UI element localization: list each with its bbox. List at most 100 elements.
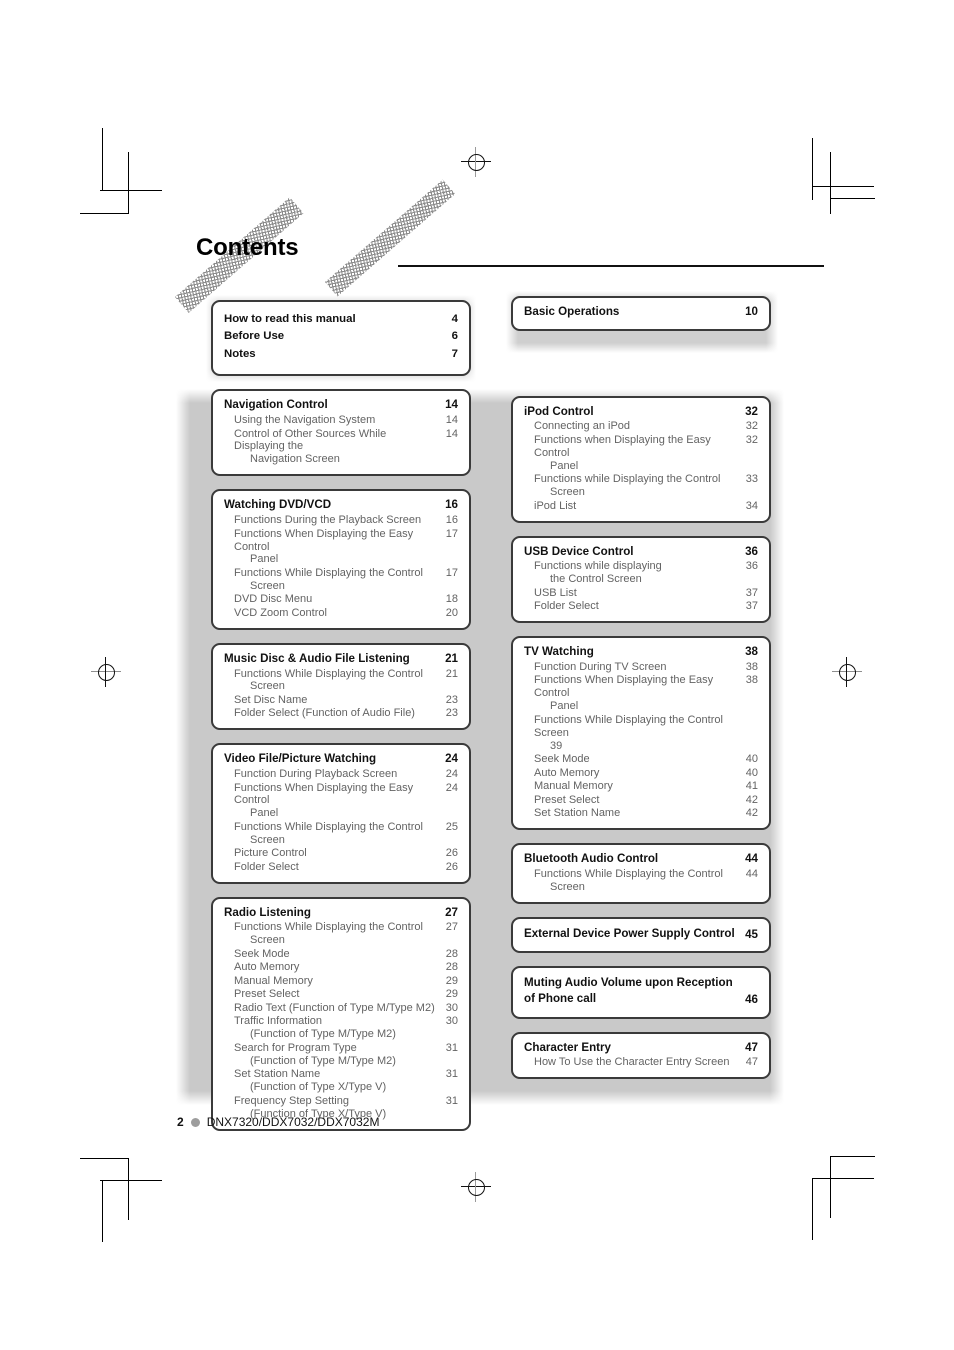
toc-entry-row[interactable]: Functions when Displaying the Easy Contr… bbox=[524, 434, 758, 473]
toc-entry-row[interactable]: DVD Disc Menu 18 bbox=[224, 593, 458, 606]
toc-box-chapter[interactable]: Character Entry 47 How To Use the Characte… bbox=[511, 1031, 771, 1080]
toc-entry-row[interactable]: Functions When Displaying the Easy Contr… bbox=[224, 782, 458, 821]
toc-entry-row[interactable]: Control of Other Sources While Displayin… bbox=[224, 428, 458, 467]
toc-chapter-row[interactable]: USB Device Control 36 bbox=[524, 545, 758, 559]
toc-entry-row[interactable]: How to read this manual 4 bbox=[224, 313, 458, 326]
toc-box-chapter[interactable]: Watching DVD/VCD 16 Functions During the P… bbox=[211, 489, 471, 630]
toc-chapter-row[interactable]: Video File/Picture Watching 24 bbox=[224, 752, 458, 766]
toc-entry-row[interactable]: Traffic Information (Function of Type M/T… bbox=[224, 1015, 458, 1041]
toc-entry-row[interactable]: Seek Mode 28 bbox=[224, 948, 458, 961]
toc-entry-row[interactable]: Connecting an iPod 32 bbox=[524, 420, 758, 433]
toc-entry-row[interactable]: Before Use 6 bbox=[224, 330, 458, 343]
toc-entry-row[interactable]: Manual Memory 29 bbox=[224, 975, 458, 988]
toc-box-chapter[interactable]: Muting Audio Volume upon Reception of Ph… bbox=[511, 966, 771, 1019]
toc-entry-row[interactable]: Picture Control 26 bbox=[224, 847, 458, 860]
toc-box-chapter[interactable]: Video File/Picture Watching 24 Function Du… bbox=[211, 743, 471, 884]
toc-entry-page-number: 36 bbox=[745, 544, 758, 558]
toc-entry-row[interactable]: Folder Select 37 bbox=[524, 600, 758, 613]
toc-chapter-row[interactable]: Character Entry 47 bbox=[524, 1041, 758, 1055]
toc-box-chapter[interactable]: USB Device Control 36 Functions while disp… bbox=[511, 535, 771, 624]
toc-chapter-label: Radio Listening bbox=[224, 905, 311, 919]
toc-entry-row[interactable]: Preset Select 29 bbox=[224, 988, 458, 1001]
toc-entry-row[interactable]: Notes 7 bbox=[224, 348, 458, 361]
toc-entry-row[interactable]: Functions While Displaying the Control Sc… bbox=[224, 668, 458, 694]
toc-entry-row[interactable]: How To Use the Character Entry Screen 47 bbox=[524, 1056, 758, 1069]
toc-chapter-row[interactable]: TV Watching 38 bbox=[524, 645, 758, 659]
toc-box-chapter[interactable]: Music Disc & Audio File Listening 21 Funct… bbox=[211, 642, 471, 731]
toc-chapter-row[interactable]: Radio Listening 27 bbox=[224, 906, 458, 920]
toc-entry-row[interactable]: iPod List 34 bbox=[524, 500, 758, 513]
toc-entry-row[interactable]: Set Station Name 42 bbox=[524, 807, 758, 820]
toc-entry-row[interactable]: Functions While Displaying the Control Sc… bbox=[224, 567, 458, 593]
toc-entry-page-number: 45 bbox=[745, 927, 758, 941]
toc-entry-label: Control of Other Sources While Displayin… bbox=[234, 428, 441, 467]
toc-entry-label: Functions When Displaying the Easy Contr… bbox=[234, 528, 441, 567]
toc-entry-row[interactable]: Functions while Displaying the Control Sc… bbox=[524, 473, 758, 499]
toc-entry-page-number: 30 bbox=[445, 1015, 458, 1028]
toc-box-chapter[interactable]: Basic Operations 10 bbox=[511, 296, 771, 331]
toc-entry-row[interactable]: Set Station Name (Function of Type X/Type… bbox=[224, 1068, 458, 1094]
toc-entry-row[interactable]: USB List 37 bbox=[524, 587, 758, 600]
toc-entry-row[interactable]: Seek Mode 40 bbox=[524, 753, 758, 766]
toc-entry-row[interactable]: Manual Memory 41 bbox=[524, 780, 758, 793]
toc-box-chapter[interactable]: TV Watching 38 Function During TV Screen 38… bbox=[511, 636, 771, 830]
toc-entry-label-continuation: (Function of Type X/Type V) bbox=[250, 1081, 387, 1094]
toc-entry-label: Notes bbox=[224, 348, 256, 361]
toc-box-front-matter[interactable]: How to read this manual 4 Before Use 6 Notes… bbox=[211, 300, 471, 377]
toc-entry-row[interactable]: Function During Playback Screen 24 bbox=[224, 768, 458, 781]
toc-chapter-row[interactable]: Music Disc & Audio File Listening 21 bbox=[224, 652, 458, 666]
toc-entry-page-number: 23 bbox=[445, 707, 458, 720]
toc-entry-page-number: 24 bbox=[445, 768, 458, 781]
toc-entry-label-continuation: the Control Screen bbox=[550, 573, 642, 586]
toc-entry-page-number: 16 bbox=[445, 498, 458, 512]
toc-entry-row[interactable]: Auto Memory 28 bbox=[224, 961, 458, 974]
toc-entry-label: USB List bbox=[534, 586, 577, 599]
toc-entry-page-number: 46 bbox=[745, 992, 758, 1006]
toc-chapter-label: iPod Control bbox=[524, 404, 594, 418]
toc-entry-row[interactable]: Set Disc Name 23 bbox=[224, 694, 458, 707]
toc-entry-row[interactable]: Functions When Displaying the Easy Contr… bbox=[524, 674, 758, 713]
toc-entry-page-number: 14 bbox=[445, 414, 458, 427]
toc-column-left: How to read this manual 4 Before Use 6 Notes… bbox=[211, 300, 471, 1144]
toc-entry-row[interactable]: Search for Program Type (Function of Type… bbox=[224, 1042, 458, 1068]
toc-entry-page-number: 40 bbox=[745, 753, 758, 766]
toc-entry-row[interactable]: Functions When Displaying the Easy Contr… bbox=[224, 528, 458, 567]
toc-entry-row[interactable]: Radio Text (Function of Type M/Type M2) 3… bbox=[224, 1002, 458, 1015]
toc-entry-row[interactable]: Using the Navigation System 14 bbox=[224, 414, 458, 427]
toc-entry-label-continuation: Screen bbox=[250, 833, 285, 846]
toc-entry-row[interactable]: Function During TV Screen 38 bbox=[524, 661, 758, 674]
toc-entry-page-number: 36 bbox=[745, 560, 758, 573]
toc-chapter-row[interactable]: Watching DVD/VCD 16 bbox=[224, 498, 458, 512]
toc-entry-row[interactable]: Functions While Displaying the Control Sc… bbox=[224, 921, 458, 947]
toc-entry-row[interactable]: Functions while displaying the Control Sc… bbox=[524, 560, 758, 586]
toc-entry-label: Function During TV Screen bbox=[534, 660, 667, 673]
toc-box-chapter[interactable]: Navigation Control 14 Using the Navigation… bbox=[211, 389, 471, 477]
toc-entry-row[interactable]: Functions During the Playback Screen 16 bbox=[224, 514, 458, 527]
toc-entry-row[interactable]: Auto Memory 40 bbox=[524, 767, 758, 780]
toc-entry-row[interactable]: Folder Select (Function of Audio File) 23 bbox=[224, 707, 458, 720]
toc-chapter-row[interactable]: Navigation Control 14 bbox=[224, 398, 458, 412]
toc-entry-label-continuation: Panel bbox=[550, 700, 579, 713]
toc-box-chapter[interactable]: Bluetooth Audio Control 44 Functions While… bbox=[511, 842, 771, 904]
toc-entry-row[interactable]: Preset Select 42 bbox=[524, 794, 758, 807]
toc-entry-row[interactable]: Functions While Displaying the Control S… bbox=[524, 714, 758, 753]
toc-chapter-row[interactable]: Muting Audio Volume upon Reception of Ph… bbox=[524, 975, 758, 1006]
toc-box-chapter[interactable]: External Device Power Supply Control 45 bbox=[511, 916, 771, 954]
toc-entry-label-continuation: Screen bbox=[250, 934, 285, 947]
toc-entry-page-number: 18 bbox=[445, 593, 458, 606]
toc-entry-label: Preset Select bbox=[534, 793, 600, 806]
toc-entry-page-number: 24 bbox=[445, 752, 458, 766]
toc-chapter-row[interactable]: Bluetooth Audio Control 44 bbox=[524, 852, 758, 866]
toc-entry-row[interactable]: Functions While Displaying the Control Sc… bbox=[224, 821, 458, 847]
toc-entry-page-number: 44 bbox=[745, 851, 758, 865]
toc-chapter-row[interactable]: Basic Operations 10 bbox=[524, 305, 758, 319]
toc-chapter-label: Muting Audio Volume upon Reception of Ph… bbox=[524, 976, 733, 1005]
toc-entry-page-number: 37 bbox=[745, 586, 758, 599]
toc-entry-row[interactable]: Functions While Displaying the Control Sc… bbox=[524, 868, 758, 894]
toc-entry-row[interactable]: VCD Zoom Control 20 bbox=[224, 607, 458, 620]
toc-box-chapter[interactable]: iPod Control 32 Connecting an iPod 32 Functi… bbox=[511, 395, 771, 523]
toc-chapter-row[interactable]: iPod Control 32 bbox=[524, 405, 758, 419]
toc-entry-row[interactable]: Folder Select 26 bbox=[224, 861, 458, 874]
toc-chapter-row[interactable]: External Device Power Supply Control 45 bbox=[524, 926, 758, 942]
toc-box-chapter[interactable]: Radio Listening 27 Functions While Display… bbox=[211, 896, 471, 1131]
